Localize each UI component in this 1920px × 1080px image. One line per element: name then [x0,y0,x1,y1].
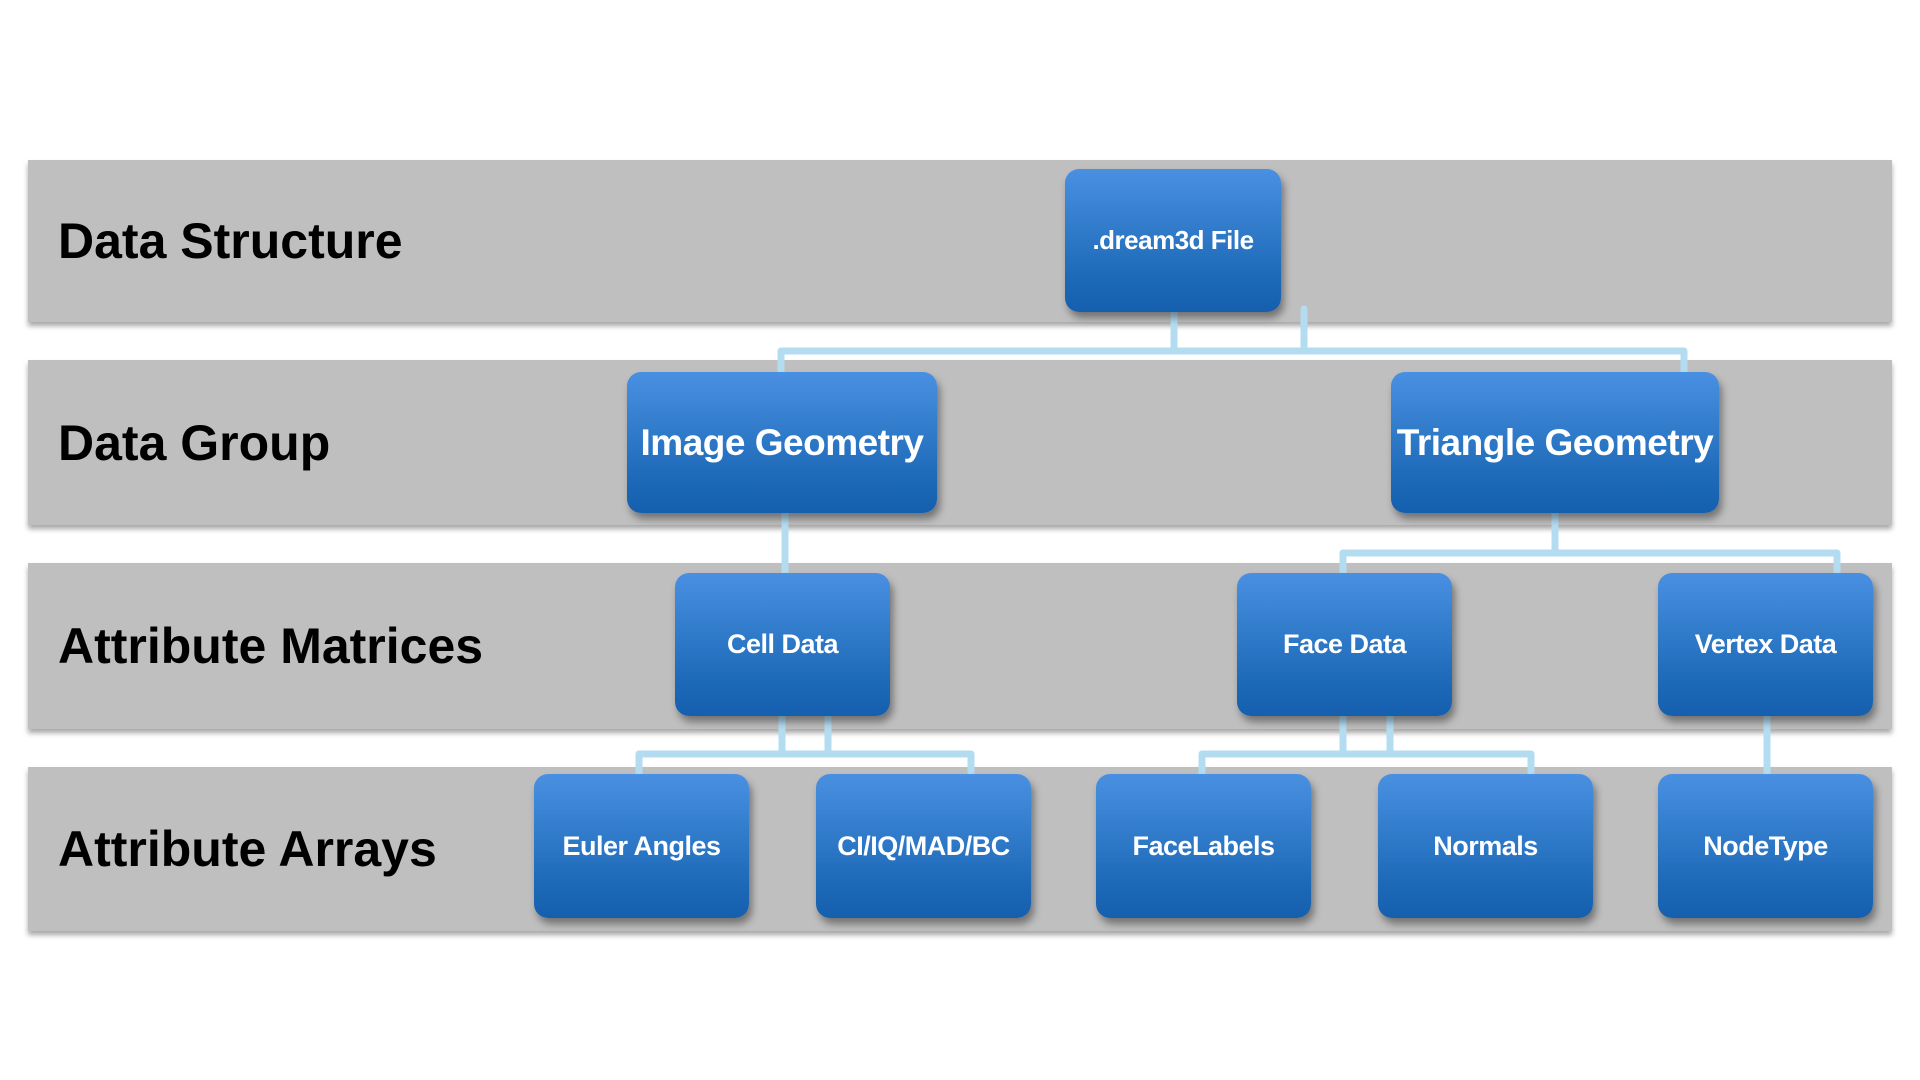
connectors [635,305,1841,778]
connector-face-data [1198,712,1535,778]
node-euler-angles: Euler Angles [534,774,749,918]
node-face-labels: FaceLabels [1096,774,1311,918]
node-face-data: Face Data [1237,573,1452,716]
connector-cell-data [635,712,975,778]
connector-triangle-geometry [1339,509,1841,577]
node-ci-iq-mad-bc: CI/IQ/MAD/BC [816,774,1031,918]
connector-file [777,305,1688,376]
node-image-geometry: Image Geometry [627,372,937,513]
node-normals: Normals [1378,774,1593,918]
node-dream3d-file: .dream3d File [1065,169,1281,312]
node-node-type: NodeType [1658,774,1873,918]
node-triangle-geometry: Triangle Geometry [1391,372,1719,513]
node-cell-data: Cell Data [675,573,890,716]
node-vertex-data: Vertex Data [1658,573,1873,716]
